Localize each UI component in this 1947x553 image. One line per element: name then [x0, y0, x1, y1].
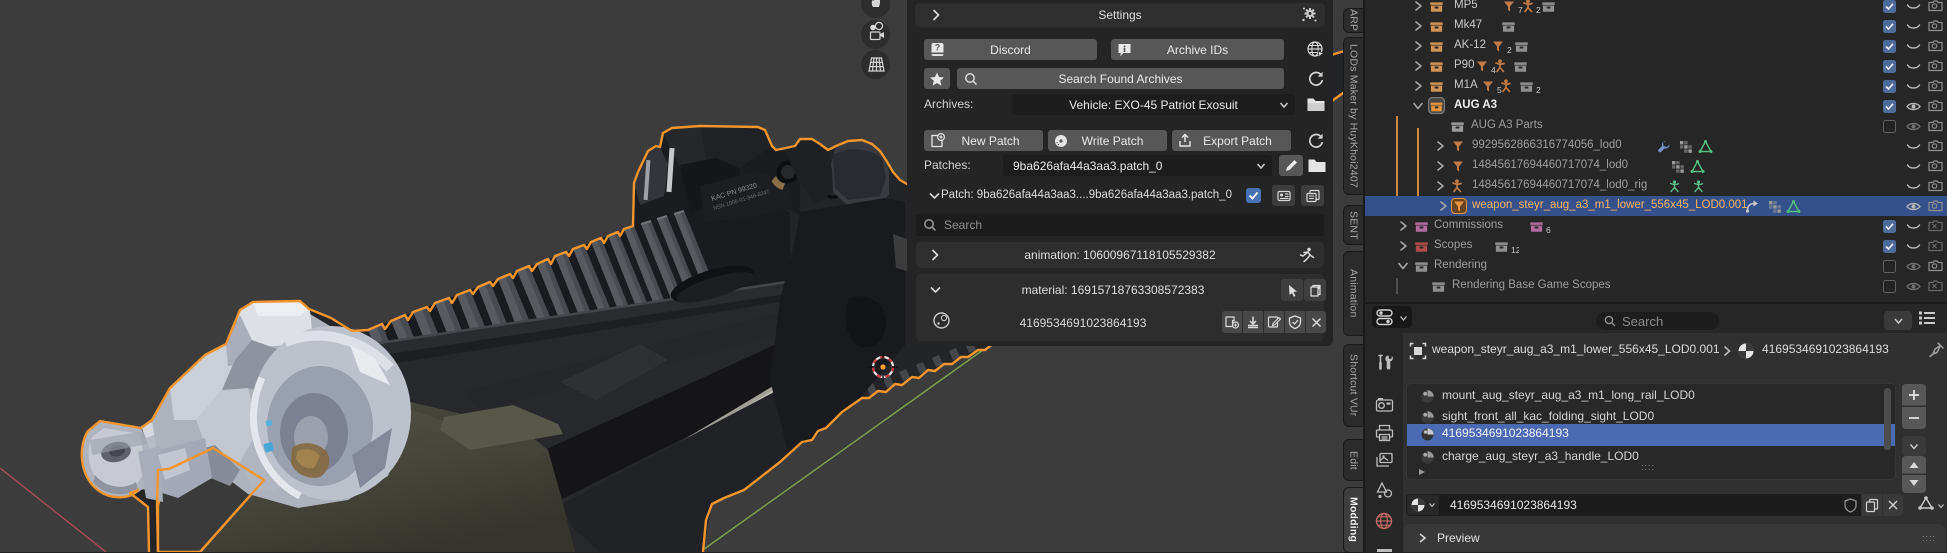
svg-text:?: ? [935, 43, 941, 53]
svg-text:6: 6 [1546, 225, 1551, 235]
svg-text:2: 2 [1507, 45, 1512, 55]
svg-text:12: 12 [1511, 245, 1519, 255]
svg-text:2: 2 [1536, 85, 1541, 95]
